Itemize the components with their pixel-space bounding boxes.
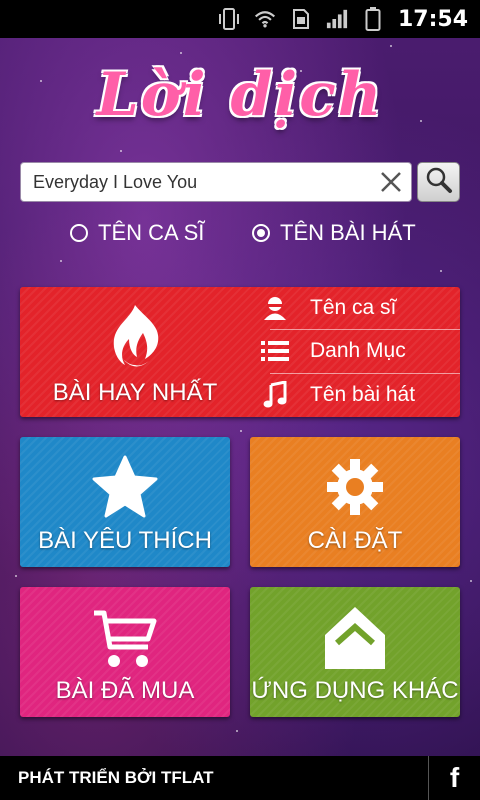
status-bar: 17:54 <box>0 0 480 38</box>
tile-label: BÀI HAY NHẤT <box>52 379 218 406</box>
tile-other-apps[interactable]: ỨNG DỤNG KHÁC <box>250 587 460 717</box>
search-type-radio-group: TÊN CA SĨ TÊN BÀI HÁT <box>0 218 480 248</box>
search-input[interactable] <box>21 171 371 193</box>
wifi-icon <box>254 7 276 31</box>
tile-label: BÀI ĐÃ MUA <box>55 677 195 704</box>
radio-label: TÊN CA SĨ <box>98 220 205 245</box>
tile-favorites[interactable]: BÀI YÊU THÍCH <box>20 437 230 567</box>
menu-item-singer-name[interactable]: Tên ca sĩ <box>250 287 450 329</box>
clear-icon[interactable] <box>371 162 411 202</box>
radio-song-name[interactable]: TÊN BÀI HÁT <box>252 218 416 248</box>
gear-icon <box>250 457 460 517</box>
menu-item-label: Tên bài hát <box>310 383 416 406</box>
list-icon <box>250 339 300 363</box>
menu-item-label: Danh Mục <box>310 339 406 362</box>
search-button[interactable] <box>417 162 460 202</box>
tile-top-songs-panel: BÀI HAY NHẤT Tên ca sĩ Danh Mục Tên bài … <box>20 287 460 417</box>
star-icon <box>20 455 230 519</box>
signal-icon <box>326 7 348 31</box>
search-icon <box>425 166 453 198</box>
house-icon <box>250 605 460 671</box>
menu-item-category[interactable]: Danh Mục <box>250 330 450 372</box>
tile-purchased[interactable]: BÀI ĐÃ MUA <box>20 587 230 717</box>
battery-icon <box>362 7 384 31</box>
cart-icon <box>20 607 230 671</box>
tile-label: BÀI YÊU THÍCH <box>38 527 212 554</box>
top-songs-menu: Tên ca sĩ Danh Mục Tên bài hát <box>250 287 460 417</box>
status-time: 17:54 <box>397 6 468 32</box>
tile-label: ỨNG DỤNG KHÁC <box>251 677 459 704</box>
radio-circle <box>70 224 88 242</box>
vibrate-icon <box>218 7 240 31</box>
sim-icon <box>290 7 312 31</box>
tile-label: CÀI ĐẶT <box>307 527 403 554</box>
search-box <box>20 162 412 202</box>
tile-settings[interactable]: CÀI ĐẶT <box>250 437 460 567</box>
menu-item-song-name[interactable]: Tên bài hát <box>250 374 450 416</box>
radio-label: TÊN BÀI HÁT <box>280 220 416 245</box>
music-note-icon <box>250 381 300 409</box>
radio-singer-name[interactable]: TÊN CA SĨ <box>70 218 204 248</box>
radio-circle-checked <box>252 224 270 242</box>
tile-top-songs[interactable]: BÀI HAY NHẤT <box>20 287 250 417</box>
flame-icon <box>20 303 250 371</box>
footer: PHÁT TRIỂN BỞI TFLAT f <box>0 756 480 800</box>
person-icon <box>250 295 300 321</box>
menu-item-label: Tên ca sĩ <box>310 296 397 319</box>
facebook-icon[interactable]: f <box>428 756 480 800</box>
app-logo: Lời dịch <box>96 60 384 130</box>
developer-credit: PHÁT TRIỂN BỞI TFLAT <box>18 768 214 787</box>
